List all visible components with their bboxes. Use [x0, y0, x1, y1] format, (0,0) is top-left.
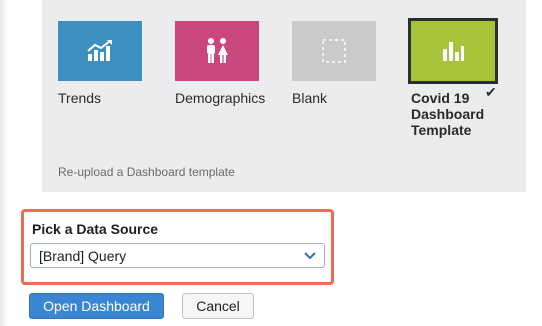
template-label-covid-19[interactable]: Covid 19 Dashboard Template: [411, 90, 491, 138]
template-tile-covid-19[interactable]: [408, 18, 498, 84]
template-label-blank[interactable]: Blank: [292, 90, 327, 106]
template-gallery: Trends Demographics Blank Covid 19 Dashb…: [42, 0, 526, 192]
data-source-selected-value: [Brand] Query: [39, 248, 127, 264]
chevron-down-icon: [304, 252, 316, 260]
reupload-template-link[interactable]: Re-upload a Dashboard template: [58, 165, 235, 179]
open-dashboard-button[interactable]: Open Dashboard: [29, 293, 164, 319]
cancel-button[interactable]: Cancel: [182, 293, 254, 319]
template-tile-demographics[interactable]: [175, 21, 259, 81]
trend-chart-icon: [87, 40, 112, 61]
data-source-select[interactable]: [Brand] Query: [30, 243, 325, 268]
template-tile-trends[interactable]: [58, 21, 142, 81]
checkmark-icon: ✔: [485, 84, 497, 100]
left-edge-shadow: [0, 0, 8, 326]
blank-dashed-icon: [322, 39, 346, 63]
template-label-trends[interactable]: Trends: [58, 90, 101, 106]
people-icon: [207, 38, 228, 63]
template-label-demographics[interactable]: Demographics: [175, 90, 265, 106]
data-source-title: Pick a Data Source: [32, 221, 159, 237]
template-tile-blank[interactable]: [292, 21, 376, 81]
data-source-panel: Pick a Data Source [Brand] Query: [21, 209, 334, 285]
bar-chart-icon: [443, 42, 464, 61]
